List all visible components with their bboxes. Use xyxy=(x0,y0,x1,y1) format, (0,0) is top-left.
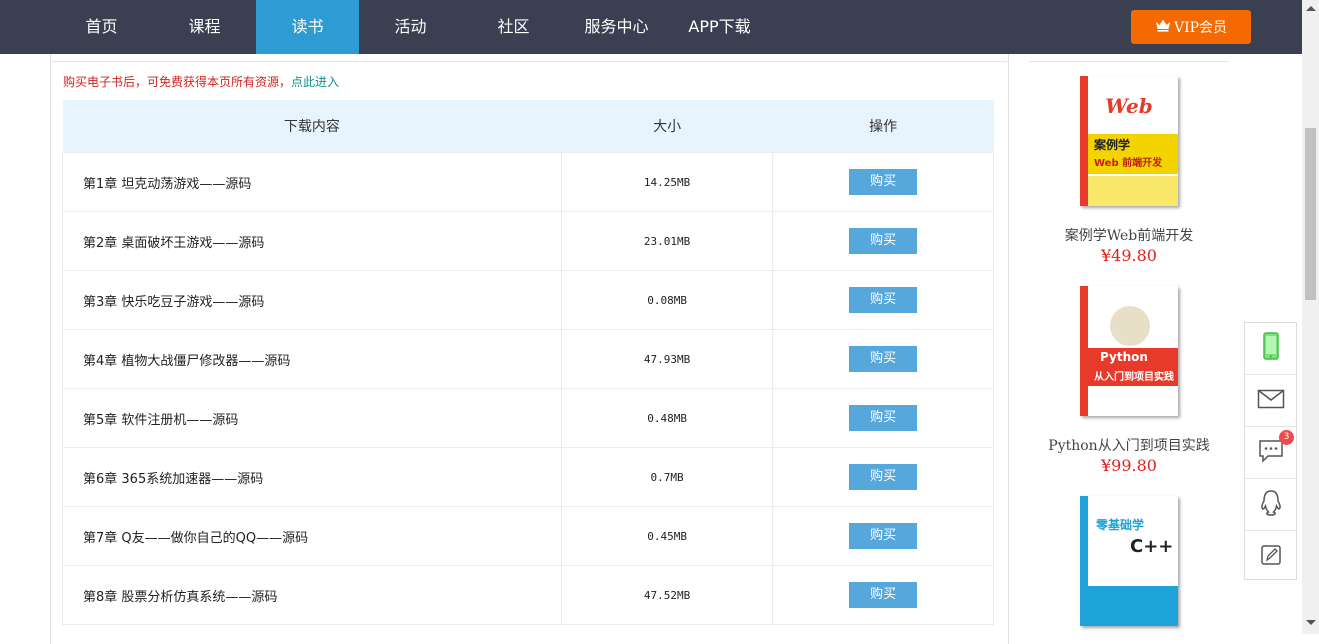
table-row: 第1章 坦克动荡游戏——源码 14.25MB 购买 xyxy=(62,152,994,212)
row-action-cell: 购买 xyxy=(772,211,994,271)
buy-button[interactable]: 购买 xyxy=(849,582,918,608)
buy-button[interactable]: 购买 xyxy=(849,464,918,490)
chat-badge: 3 xyxy=(1279,430,1294,445)
download-table: 下载内容 大小 操作 第1章 坦克动荡游戏——源码 14.25MB 购买 第2章… xyxy=(62,100,994,625)
nav-item-service-center[interactable]: 服务中心 xyxy=(565,0,668,54)
nav-item-home[interactable]: 首页 xyxy=(50,0,153,54)
row-action-cell: 购买 xyxy=(772,329,994,389)
row-name: 第6章 365系统加速器——源码 xyxy=(62,447,562,507)
table-row: 第8章 股票分析仿真系统——源码 47.52MB 购买 xyxy=(62,565,994,625)
mobile-app-button[interactable] xyxy=(1245,323,1296,375)
row-size: 0.08MB xyxy=(560,270,774,330)
scroll-thumb[interactable] xyxy=(1305,128,1316,300)
email-button[interactable] xyxy=(1245,375,1296,427)
row-size: 47.93MB xyxy=(560,329,774,389)
table-row: 第5章 软件注册机——源码 0.48MB 购买 xyxy=(62,388,994,448)
buy-button[interactable]: 购买 xyxy=(849,346,918,372)
table-row: 第7章 Q友——做你自己的QQ——源码 0.45MB 购买 xyxy=(62,506,994,566)
purchase-notice: 购买电子书后，可免费获得本页所有资源，点此进入 xyxy=(63,73,339,90)
row-size: 0.7MB xyxy=(560,447,774,507)
sidebar-divider xyxy=(1029,61,1229,62)
crown-icon xyxy=(1155,18,1174,36)
cover-title-text: 案例学 xyxy=(1094,138,1131,152)
chat-icon xyxy=(1258,439,1284,467)
row-action-cell: 购买 xyxy=(772,506,994,566)
buy-button[interactable]: 购买 xyxy=(849,169,918,195)
row-name: 第7章 Q友——做你自己的QQ——源码 xyxy=(62,506,562,566)
row-name: 第5章 软件注册机——源码 xyxy=(62,388,562,448)
buy-button[interactable]: 购买 xyxy=(849,287,918,313)
page-scrollbar[interactable] xyxy=(1302,0,1319,634)
book-cover-image[interactable]: Python 从入门到项目实践 xyxy=(1080,286,1178,416)
row-name: 第1章 坦克动荡游戏——源码 xyxy=(62,152,562,212)
row-size: 0.45MB xyxy=(560,506,774,566)
book-title[interactable]: 案例学Web前端开发 xyxy=(1029,225,1229,245)
row-action-cell: 购买 xyxy=(772,565,994,625)
table-row: 第6章 365系统加速器——源码 0.7MB 购买 xyxy=(62,447,994,507)
cover-subtitle-text: C++ xyxy=(1130,536,1174,557)
header-size: 大小 xyxy=(561,100,773,153)
book-price: ¥99.80 xyxy=(1101,456,1157,475)
divider xyxy=(52,61,1007,62)
row-action-cell: 购买 xyxy=(772,388,994,448)
nav-item-courses[interactable]: 课程 xyxy=(153,0,256,54)
header-content: 下载内容 xyxy=(62,100,562,153)
table-row: 第2章 桌面破坏王游戏——源码 23.01MB 购买 xyxy=(62,211,994,271)
phone-icon xyxy=(1258,331,1284,367)
row-name: 第2章 桌面破坏王游戏——源码 xyxy=(62,211,562,271)
book-cover-image[interactable]: Web 案例学 Web 前端开发 xyxy=(1080,76,1178,206)
scroll-up-arrow-icon[interactable] xyxy=(1306,6,1316,11)
row-name: 第8章 股票分析仿真系统——源码 xyxy=(62,565,562,625)
cover-subtitle-text: 从入门到项目实践 xyxy=(1094,372,1174,383)
row-name: 第4章 植物大战僵尸修改器——源码 xyxy=(62,329,562,389)
chat-button[interactable]: 3 xyxy=(1245,427,1296,479)
edit-icon xyxy=(1259,543,1283,571)
row-size: 14.25MB xyxy=(560,152,774,212)
qq-icon xyxy=(1259,489,1283,521)
top-navbar: 首页 课程 读书 活动 社区 服务中心 APP下载 VIP会员 xyxy=(0,0,1302,54)
nav-menu: 首页 课程 读书 活动 社区 服务中心 APP下载 xyxy=(50,0,771,54)
feedback-button[interactable] xyxy=(1245,531,1296,582)
enter-link[interactable]: 点此进入 xyxy=(291,75,339,89)
table-row: 第4章 植物大战僵尸修改器——源码 47.93MB 购买 xyxy=(62,329,994,389)
book-title[interactable]: Python从入门到项目实践 xyxy=(1029,435,1229,455)
book-price: ¥49.80 xyxy=(1101,246,1157,265)
vip-member-button[interactable]: VIP会员 xyxy=(1131,10,1251,44)
mail-icon xyxy=(1257,389,1285,413)
nav-item-community[interactable]: 社区 xyxy=(462,0,565,54)
table-row: 第3章 快乐吃豆子游戏——源码 0.08MB 购买 xyxy=(62,270,994,330)
book-cover-image[interactable]: 零基础学 C++ xyxy=(1080,496,1178,626)
row-size: 23.01MB xyxy=(560,211,774,271)
qq-button[interactable] xyxy=(1245,479,1296,531)
floating-toolbar: 3 xyxy=(1244,322,1297,580)
cover-title-text: 零基础学 xyxy=(1096,518,1145,532)
row-action-cell: 购买 xyxy=(772,270,994,330)
table-header-row: 下载内容 大小 操作 xyxy=(62,100,994,153)
cover-subtitle-text: Web 前端开发 xyxy=(1094,158,1163,169)
nav-item-events[interactable]: 活动 xyxy=(359,0,462,54)
row-size: 47.52MB xyxy=(560,565,774,625)
buy-button[interactable]: 购买 xyxy=(849,523,918,549)
nav-item-reading[interactable]: 读书 xyxy=(256,0,359,54)
row-action-cell: 购买 xyxy=(772,152,994,212)
nav-item-app-download[interactable]: APP下载 xyxy=(668,0,771,54)
row-name: 第3章 快乐吃豆子游戏——源码 xyxy=(62,270,562,330)
vip-label: VIP会员 xyxy=(1173,20,1228,36)
buy-button[interactable]: 购买 xyxy=(849,405,918,431)
row-action-cell: 购买 xyxy=(772,447,994,507)
row-size: 0.48MB xyxy=(560,388,774,448)
cover-title-text: Python xyxy=(1100,350,1148,364)
notice-text: 购买电子书后，可免费获得本页所有资源， xyxy=(63,75,292,89)
scroll-down-arrow-icon[interactable] xyxy=(1306,620,1316,625)
header-action: 操作 xyxy=(772,100,994,153)
buy-button[interactable]: 购买 xyxy=(849,228,918,254)
